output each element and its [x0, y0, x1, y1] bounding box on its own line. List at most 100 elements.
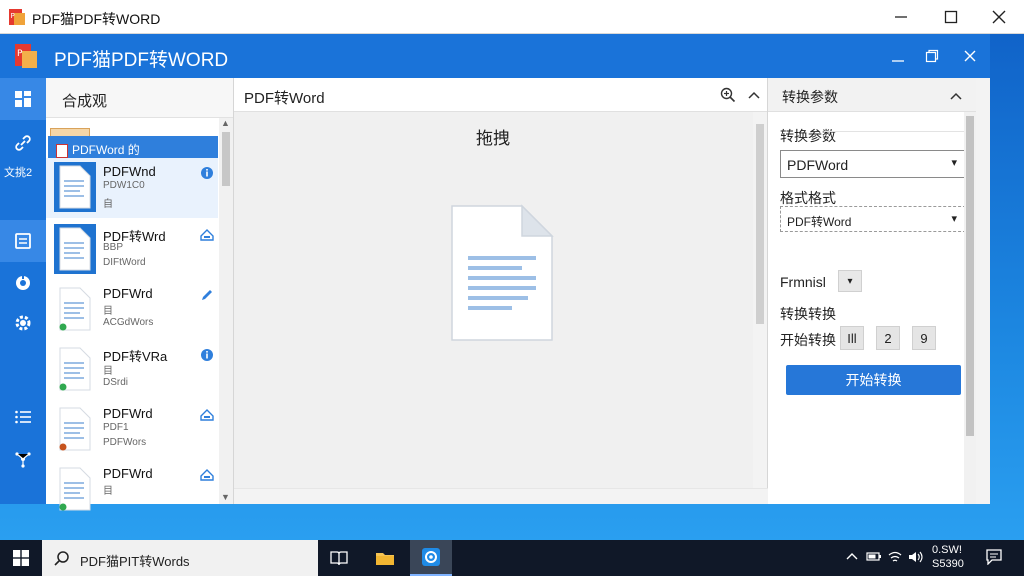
- tray-volume-icon[interactable]: [908, 550, 924, 567]
- battery-icon: [866, 552, 881, 561]
- app-close-button[interactable]: [956, 42, 984, 70]
- link-icon: [15, 135, 31, 151]
- pdf-app-logo-icon: P: [9, 9, 25, 25]
- maximize-icon: [944, 10, 958, 24]
- option-button-1[interactable]: Ill: [840, 326, 864, 350]
- taskbar-app-pdfcat[interactable]: [410, 540, 452, 576]
- rail-label: 文挑2: [4, 167, 33, 179]
- taskbar-search-text: PDF猫PIT转Words: [80, 554, 190, 569]
- file-meta: 目: [103, 366, 113, 377]
- collapse-button[interactable]: [744, 85, 764, 105]
- file-meta: DIFtWord: [103, 257, 146, 268]
- document-thumbnail-icon: [54, 224, 96, 274]
- svg-text:P: P: [17, 49, 23, 59]
- zoom-in-icon: [720, 87, 736, 103]
- info-status-icon[interactable]: [200, 348, 214, 362]
- font-select[interactable]: ▾: [838, 270, 862, 292]
- tray-network-icon[interactable]: [888, 550, 902, 567]
- file-list-item[interactable]: PDFWnd PDW1C0 自: [46, 158, 218, 218]
- start-convert-button[interactable]: 开始转换: [786, 365, 961, 395]
- app-restore-button[interactable]: [918, 42, 946, 70]
- file-list-header: 合成观: [46, 78, 233, 118]
- conversion-settings-panel: 转换参数 转换参数 PDFWord ▾ 格式格式 PDF转Word ▾ Frmn…: [768, 78, 976, 504]
- output-format-select-value: PDF转Word: [787, 215, 852, 229]
- app-window: P PDF猫PDF转WORD 文挑2 合成观 PDFWord 的 PDFWnd …: [0, 34, 990, 511]
- close-button[interactable]: [974, 0, 1024, 34]
- rail-item-link[interactable]: [0, 122, 46, 164]
- preview-vertical-scrollbar[interactable]: [753, 112, 767, 488]
- minimize-button[interactable]: [876, 0, 926, 34]
- windows-logo-icon: [13, 550, 29, 566]
- outer-window-title: PDF猫PDF转WORD: [32, 11, 161, 27]
- rail-item-list[interactable]: [0, 396, 46, 438]
- document-drop-icon[interactable]: [440, 198, 560, 348]
- format-label: 格式格式: [780, 190, 836, 206]
- format-select[interactable]: PDFWord ▾: [780, 150, 966, 178]
- tray-chevron-up-icon[interactable]: [846, 550, 858, 565]
- start-button[interactable]: [0, 540, 42, 576]
- preview-horizontal-scrollbar[interactable]: [234, 488, 768, 504]
- settings-scrollbar[interactable]: [964, 112, 976, 504]
- network-icon: [15, 452, 31, 468]
- rail-item-share[interactable]: [0, 438, 46, 480]
- rail-item-settings[interactable]: [0, 302, 46, 344]
- rail-item-documents[interactable]: [0, 220, 46, 262]
- list-icon: [15, 410, 31, 424]
- file-list-scrollbar[interactable]: ▲ ▼: [219, 118, 233, 504]
- file-meta: ACGdWors: [103, 317, 154, 328]
- document-thumbnail-icon: [59, 407, 91, 451]
- rail-item-dashboard[interactable]: [0, 78, 46, 120]
- file-meta: PDW1C0: [103, 180, 145, 191]
- taskbar-app-explorer[interactable]: [364, 540, 406, 576]
- maximize-button[interactable]: [926, 0, 976, 34]
- close-icon: [992, 10, 1006, 24]
- notification-button[interactable]: [986, 549, 1002, 568]
- file-list-item[interactable]: PDF转Wrd BBP DIFtWord: [46, 220, 218, 280]
- drag-tooltip-label: PDFWord 的: [72, 143, 140, 157]
- font-label: Frmnisl: [780, 274, 826, 290]
- option-button-3[interactable]: 9: [912, 326, 936, 350]
- minimize-icon: [892, 60, 904, 62]
- scroll-up-icon[interactable]: ▲: [221, 118, 230, 128]
- tray-battery-icon[interactable]: [866, 550, 882, 565]
- wifi-icon: [888, 551, 902, 562]
- edit-status-icon[interactable]: [200, 288, 214, 302]
- file-list-item[interactable]: PDFWrd PDF1 PDFWors: [46, 400, 218, 460]
- file-name: PDFWnd: [103, 164, 156, 179]
- gear-icon: [15, 315, 31, 331]
- chevron-down-icon: ▾: [951, 157, 957, 169]
- file-list-item[interactable]: PDF转VRa 目 DSrdi: [46, 340, 218, 400]
- file-list-item[interactable]: PDFWrd 目: [46, 460, 218, 520]
- app-title: PDF猫PDF转WORD: [54, 50, 229, 71]
- taskbar-app-taskview[interactable]: [318, 540, 360, 576]
- file-meta: PDFWors: [103, 437, 147, 448]
- warn-status-icon[interactable]: [200, 468, 214, 482]
- scroll-thumb[interactable]: [222, 132, 230, 186]
- taskbar-search[interactable]: PDF猫PIT转Words: [42, 540, 318, 576]
- scroll-thumb[interactable]: [756, 124, 764, 324]
- chevron-up-icon: [846, 553, 858, 560]
- zoom-button[interactable]: [718, 85, 738, 105]
- info-status-icon[interactable]: [200, 166, 214, 180]
- output-format-select[interactable]: PDF转Word ▾: [780, 206, 966, 232]
- warn-status-icon[interactable]: [200, 408, 214, 422]
- scroll-thumb[interactable]: [966, 116, 974, 436]
- warn-status-icon[interactable]: [200, 228, 214, 242]
- clock-date: S5390: [932, 558, 964, 570]
- rail-item-plugins[interactable]: [0, 262, 46, 304]
- chevron-up-icon: [748, 91, 760, 99]
- document-thumbnail-icon: [54, 162, 96, 212]
- pdf-app-logo-icon: P: [15, 44, 37, 68]
- file-meta: DSrdi: [103, 377, 129, 388]
- chevron-up-icon[interactable]: [950, 90, 962, 102]
- taskbar-clock[interactable]: 0.SW! S5390: [932, 543, 964, 571]
- restore-icon: [925, 49, 939, 63]
- app-minimize-button[interactable]: [884, 42, 912, 70]
- file-icon: [56, 143, 68, 158]
- file-list-item[interactable]: PDFWrd 目 ACGdWors: [46, 280, 218, 340]
- preview-title: PDF转Word: [244, 90, 325, 107]
- taskbar: PDF猫PIT转Words 0.SW! S5390: [0, 540, 1024, 576]
- scroll-down-icon[interactable]: ▼: [221, 492, 230, 502]
- format-select-value: PDFWord: [787, 157, 849, 173]
- option-button-2[interactable]: 2: [876, 326, 900, 350]
